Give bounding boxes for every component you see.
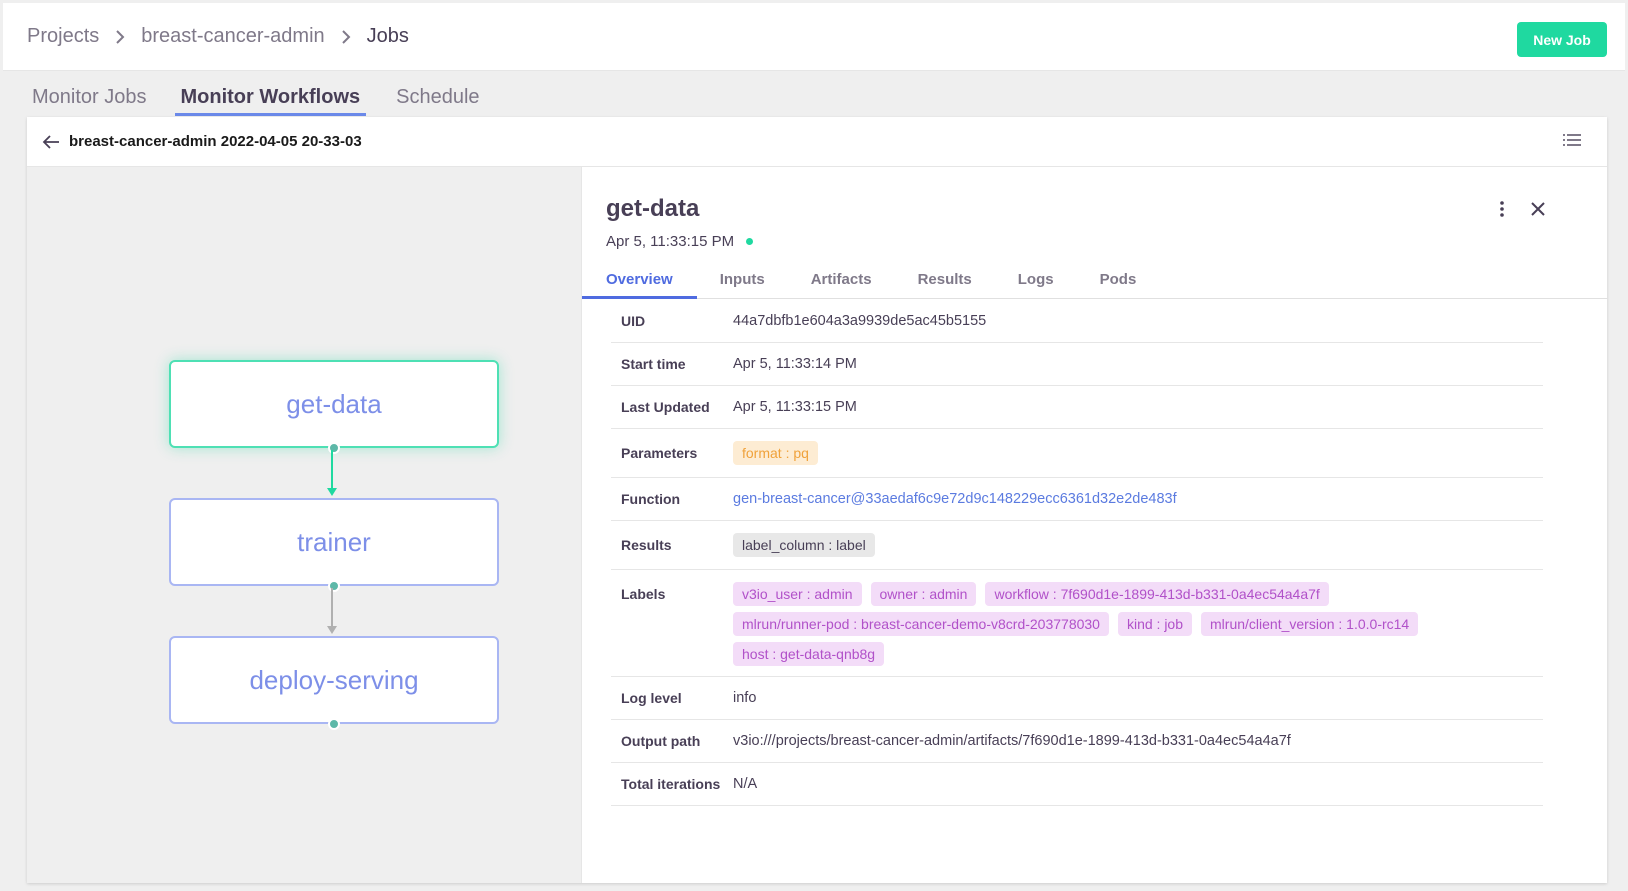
row-value: 44a7dbfb1e604a3a9939de5ac45b5155 xyxy=(733,313,987,329)
tab-overview[interactable]: Overview xyxy=(582,265,697,299)
workflow-graph: get-data trainer deploy-serving xyxy=(27,167,581,883)
workflow-title: breast-cancer-admin 2022-04-05 20-33-03 xyxy=(69,133,362,150)
node-port xyxy=(328,718,340,730)
graph-node-get-data[interactable]: get-data xyxy=(169,360,499,448)
row-value: format : pq xyxy=(733,441,1543,465)
tab-pods[interactable]: Pods xyxy=(1077,265,1160,299)
row-label: Last Updated xyxy=(621,399,710,415)
detail-row-total-iterations: Total iterations N/A xyxy=(611,763,1543,806)
list-view-icon[interactable] xyxy=(1563,133,1581,149)
graph-node-trainer[interactable]: trainer xyxy=(169,498,499,586)
row-value: Apr 5, 11:33:14 PM xyxy=(733,356,857,372)
row-label: Results xyxy=(621,537,672,553)
row-label: Labels xyxy=(621,586,666,602)
chevron-right-icon xyxy=(115,29,125,44)
job-details-pane: get-data Apr 5, 11:33:15 PM Overview Inp… xyxy=(581,167,1608,883)
new-job-button[interactable]: New Job xyxy=(1517,22,1607,57)
workflow-panel: breast-cancer-admin 2022-04-05 20-33-03 … xyxy=(27,117,1608,883)
row-label: Parameters xyxy=(621,445,698,461)
job-date-text: Apr 5, 11:33:15 PM xyxy=(606,233,735,250)
detail-row-function: Function gen-breast-cancer@33aedaf6c9e72… xyxy=(611,478,1543,521)
tab-artifacts[interactable]: Artifacts xyxy=(788,265,895,299)
row-label: Total iterations xyxy=(621,776,721,792)
label-chip: owner : admin xyxy=(870,582,977,606)
result-chip: label_column : label xyxy=(733,533,875,557)
parameter-chip: format : pq xyxy=(733,441,818,465)
row-label: Start time xyxy=(621,356,686,372)
row-value: N/A xyxy=(733,776,758,792)
detail-row-results: Results label_column : label xyxy=(611,521,1543,570)
job-title: get-data xyxy=(606,195,700,222)
detail-row-last-updated: Last Updated Apr 5, 11:33:15 PM xyxy=(611,386,1543,429)
tab-monitor-workflows[interactable]: Monitor Workflows xyxy=(174,86,367,116)
function-link[interactable]: gen-breast-cancer@33aedaf6c9e72d9c148229… xyxy=(733,491,1543,507)
row-label: Function xyxy=(621,491,681,507)
row-value: v3io:///projects/breast-cancer-admin/art… xyxy=(733,733,1291,749)
row-label: Log level xyxy=(621,690,682,706)
breadcrumb-jobs: Jobs xyxy=(366,25,409,47)
more-vertical-icon[interactable] xyxy=(1492,199,1512,219)
row-value: info xyxy=(733,690,757,706)
detail-row-parameters: Parameters format : pq xyxy=(611,429,1543,478)
detail-row-output-path: Output path v3io:///projects/breast-canc… xyxy=(611,720,1543,763)
breadcrumb-projects[interactable]: Projects xyxy=(27,25,99,48)
close-icon[interactable] xyxy=(1528,199,1548,219)
details-tabs: Overview Inputs Artifacts Results Logs P… xyxy=(582,265,1608,299)
row-value: Apr 5, 11:33:15 PM xyxy=(733,399,857,415)
edge-get-data-trainer xyxy=(327,450,337,496)
chevron-right-icon xyxy=(341,29,351,44)
row-label: Output path xyxy=(621,733,701,749)
tab-results[interactable]: Results xyxy=(895,265,995,299)
detail-row-log-level: Log level info xyxy=(611,677,1543,720)
page-tabs: Monitor Jobs Monitor Workflows Schedule xyxy=(32,86,514,116)
workflow-header: breast-cancer-admin 2022-04-05 20-33-03 xyxy=(27,117,1607,167)
detail-row-start-time: Start time Apr 5, 11:33:14 PM xyxy=(611,343,1543,386)
arrow-left-icon[interactable] xyxy=(41,132,61,152)
row-value: label_column : label xyxy=(733,533,1543,557)
labels-list: v3io_user : admin owner : admin workflow… xyxy=(733,570,1543,678)
row-label: UID xyxy=(621,313,646,329)
status-dot-icon xyxy=(746,238,754,245)
breadcrumb: Projects breast-cancer-admin Jobs xyxy=(27,25,409,48)
label-chip: mlrun/runner-pod : breast-cancer-demo-v8… xyxy=(733,612,1109,636)
label-chip: kind : job xyxy=(1117,612,1193,636)
tab-monitor-jobs[interactable]: Monitor Jobs xyxy=(32,86,151,116)
tab-inputs[interactable]: Inputs xyxy=(697,265,788,299)
detail-row-uid: UID 44a7dbfb1e604a3a9939de5ac45b5155 xyxy=(611,300,1543,343)
detail-row-labels: Labels v3io_user : admin owner : admin w… xyxy=(611,570,1543,677)
graph-node-deploy-serving[interactable]: deploy-serving xyxy=(169,636,499,724)
edge-trainer-deploy xyxy=(327,588,337,634)
top-bar: Projects breast-cancer-admin Jobs New Jo… xyxy=(3,3,1625,71)
label-chip: workflow : 7f690d1e-1899-413d-b331-0a4ec… xyxy=(985,582,1329,606)
overview-table: UID 44a7dbfb1e604a3a9939de5ac45b5155 Sta… xyxy=(611,300,1543,806)
label-chip: v3io_user : admin xyxy=(733,582,862,606)
label-chip: mlrun/client_version : 1.0.0-rc14 xyxy=(1201,612,1419,636)
breadcrumb-project[interactable]: breast-cancer-admin xyxy=(141,25,324,48)
job-date: Apr 5, 11:33:15 PM xyxy=(606,233,754,250)
tab-schedule[interactable]: Schedule xyxy=(396,86,483,116)
tab-logs[interactable]: Logs xyxy=(995,265,1077,299)
label-chip: host : get-data-qnb8g xyxy=(733,642,885,666)
